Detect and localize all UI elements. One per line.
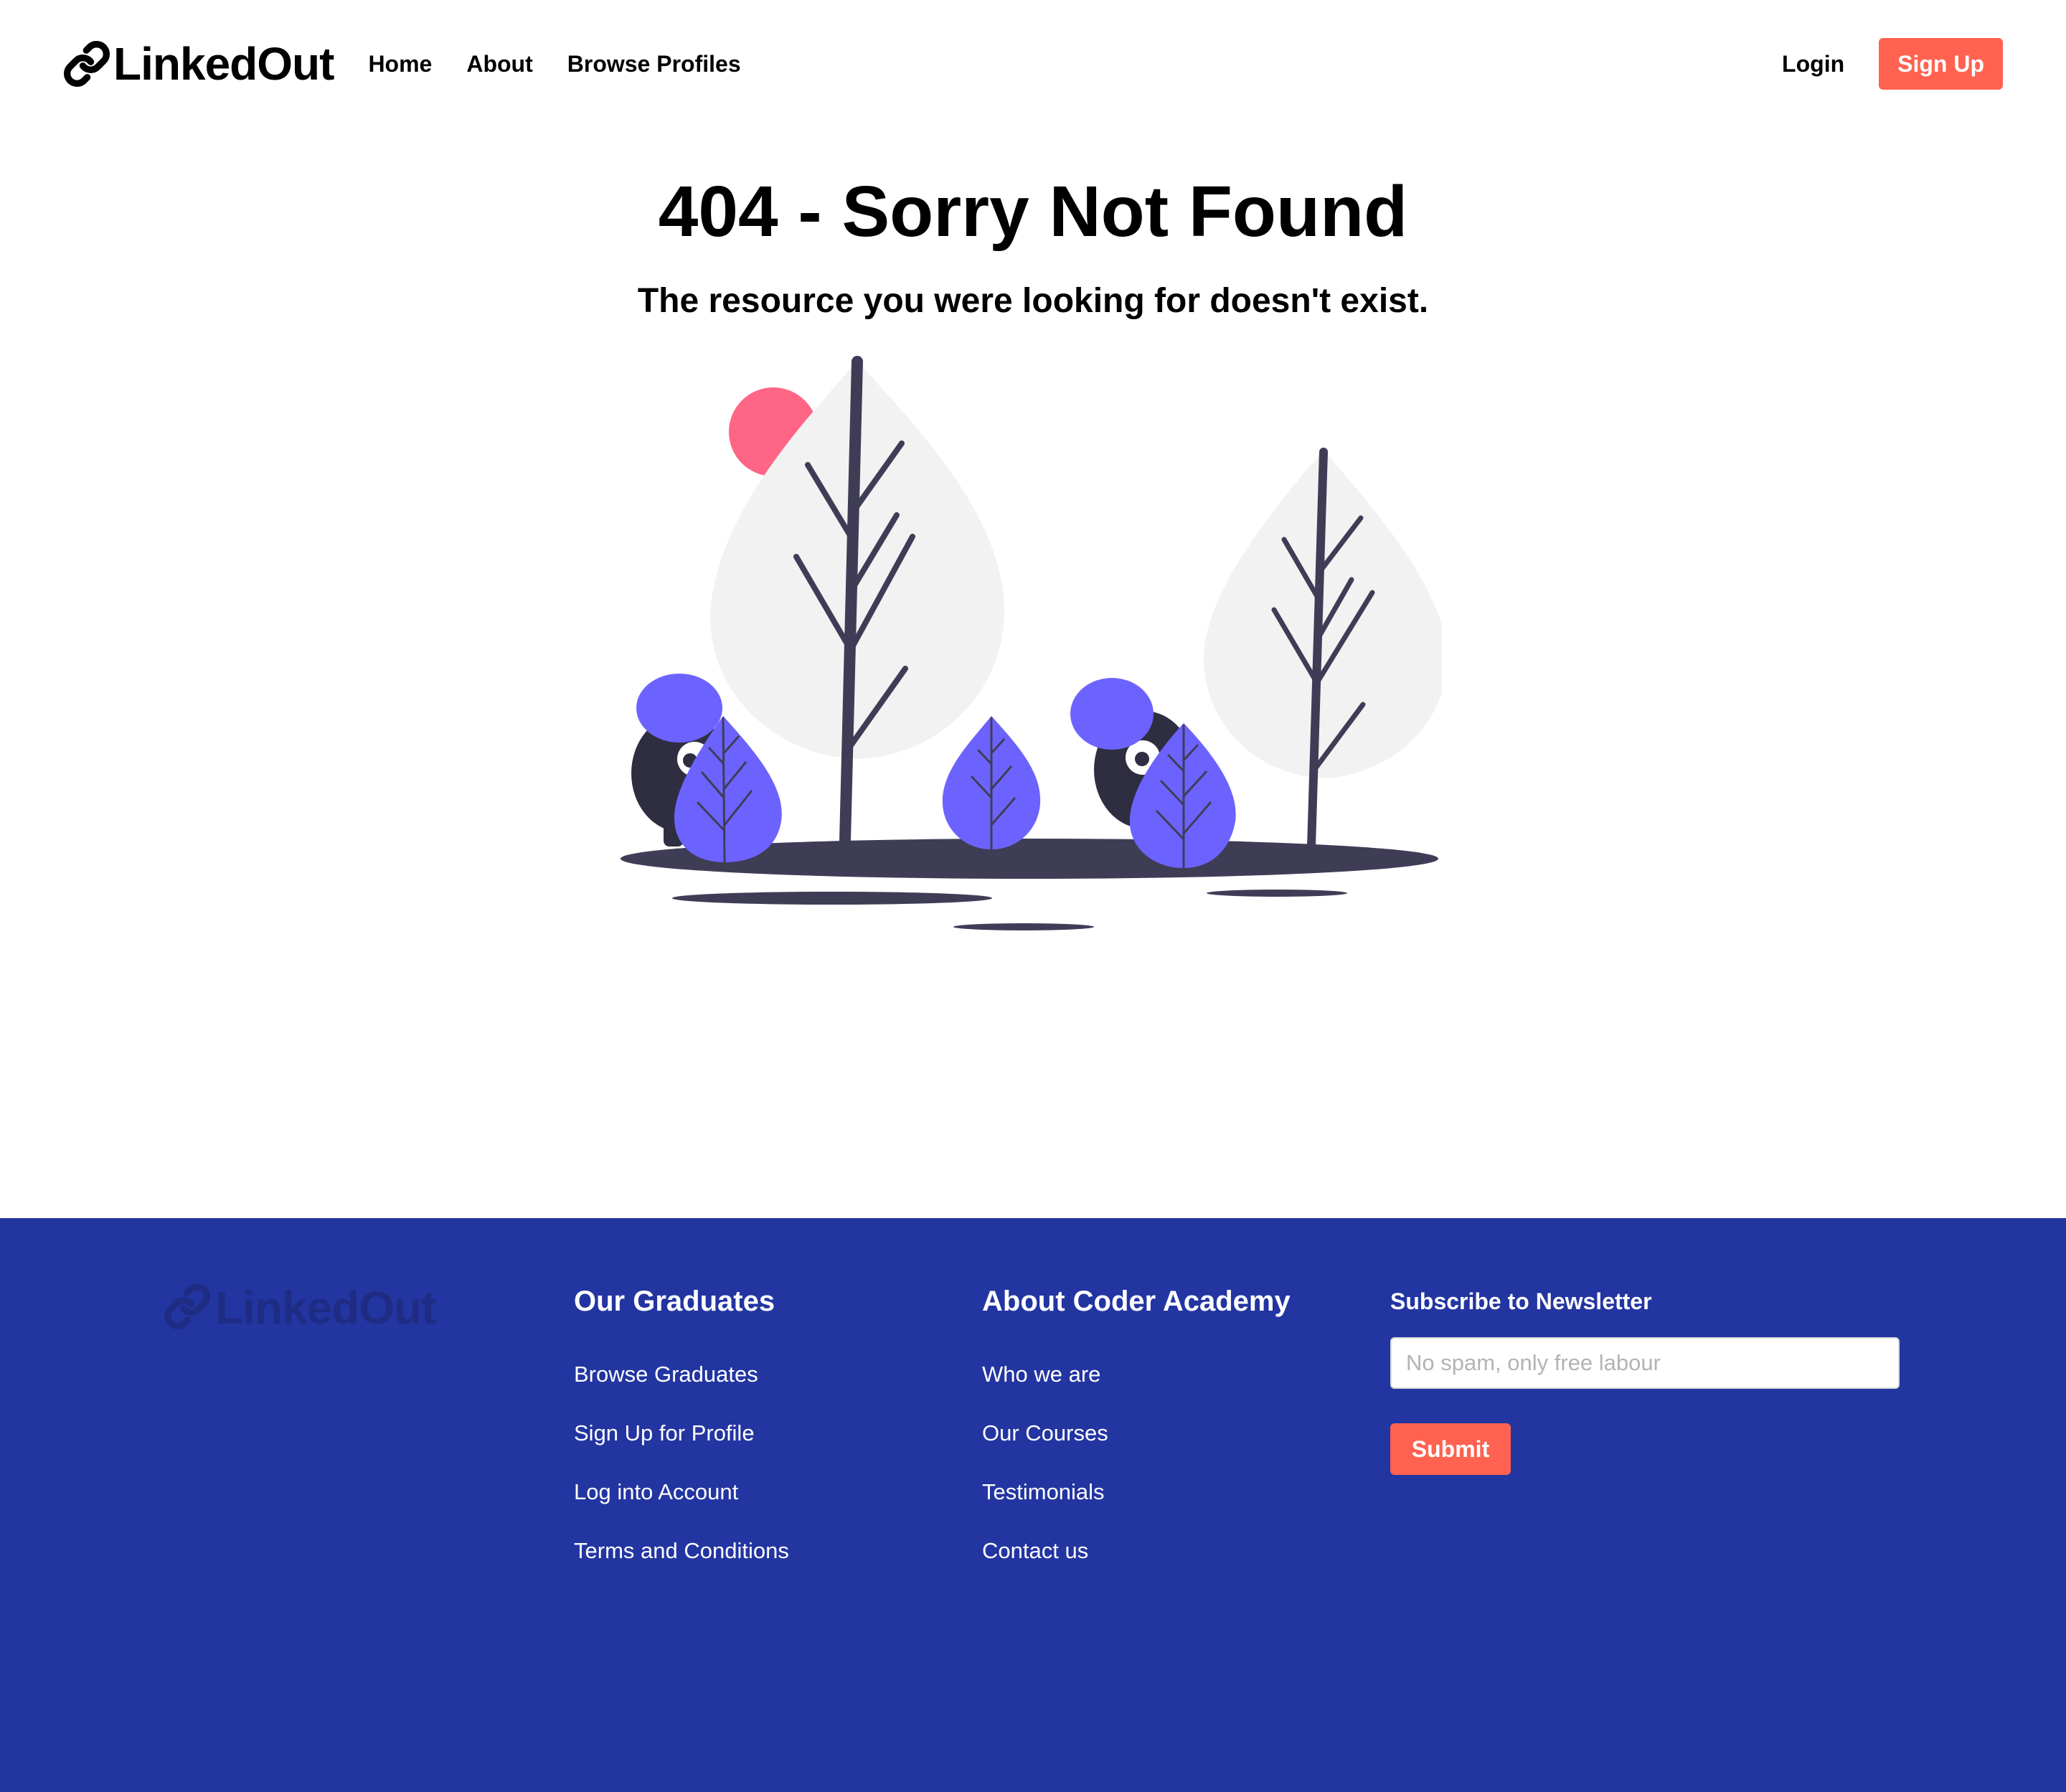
nav-auth: Login Sign Up [1782, 38, 2003, 90]
page-subtitle: The resource you were looking for doesn'… [637, 282, 1429, 320]
footer-link-sign-up-profile[interactable]: Sign Up for Profile [574, 1419, 789, 1448]
nav-links: Home About Browse Profiles [368, 51, 775, 77]
link-icon [164, 1283, 211, 1334]
nav-link-about[interactable]: About [466, 51, 532, 77]
ground-shadow-tiny [953, 923, 1094, 930]
leaf-bush-middle [942, 716, 1041, 849]
ground-shadow-tiny-right [1207, 890, 1347, 897]
footer-link-terms[interactable]: Terms and Conditions [574, 1537, 789, 1565]
navbar: LinkedOut Home About Browse Profiles Log… [0, 0, 2066, 128]
footer-links-graduates: Browse Graduates Sign Up for Profile Log… [574, 1360, 789, 1565]
link-icon [63, 40, 110, 88]
newsletter-heading: Subscribe to Newsletter [1390, 1288, 1652, 1314]
newsletter-submit-button[interactable]: Submit [1390, 1423, 1511, 1475]
not-found-illustration [621, 356, 1442, 930]
footer-links-coder-academy: Who we are Our Courses Testimonials Cont… [982, 1360, 1291, 1565]
tree-small [1203, 448, 1442, 851]
signup-button[interactable]: Sign Up [1879, 38, 2003, 90]
newsletter-form: Subscribe to Newsletter Submit [1390, 1287, 1900, 1475]
footer-link-browse-graduates[interactable]: Browse Graduates [574, 1360, 789, 1389]
footer-link-contact-us[interactable]: Contact us [982, 1537, 1291, 1565]
login-link[interactable]: Login [1782, 51, 1844, 77]
footer-heading-coder-academy: About Coder Academy [982, 1286, 1291, 1317]
footer-link-testimonials[interactable]: Testimonials [982, 1478, 1291, 1506]
footer-link-our-courses[interactable]: Our Courses [982, 1419, 1291, 1448]
footer-column-coder-academy: About Coder Academy Who we are Our Cours… [982, 1284, 1291, 1595]
footer-column-graduates: Our Graduates Browse Graduates Sign Up f… [574, 1284, 789, 1595]
nav-link-browse-profiles[interactable]: Browse Profiles [567, 51, 741, 77]
footer: LinkedOut Our Graduates Browse Graduates… [0, 1218, 2066, 1792]
brand-logo[interactable]: LinkedOut [63, 37, 334, 90]
nav-link-home[interactable]: Home [368, 51, 432, 77]
footer-logo[interactable]: LinkedOut [164, 1281, 436, 1334]
brand-name: LinkedOut [113, 38, 334, 90]
page-title: 404 - Sorry Not Found [658, 171, 1408, 252]
newsletter-email-input[interactable] [1390, 1337, 1900, 1389]
footer-link-log-into-account[interactable]: Log into Account [574, 1478, 789, 1506]
footer-link-who-we-are[interactable]: Who we are [982, 1360, 1291, 1389]
ground-shadow-small [672, 892, 992, 905]
footer-logo-text: LinkedOut [215, 1282, 436, 1334]
footer-heading-graduates: Our Graduates [574, 1286, 775, 1317]
